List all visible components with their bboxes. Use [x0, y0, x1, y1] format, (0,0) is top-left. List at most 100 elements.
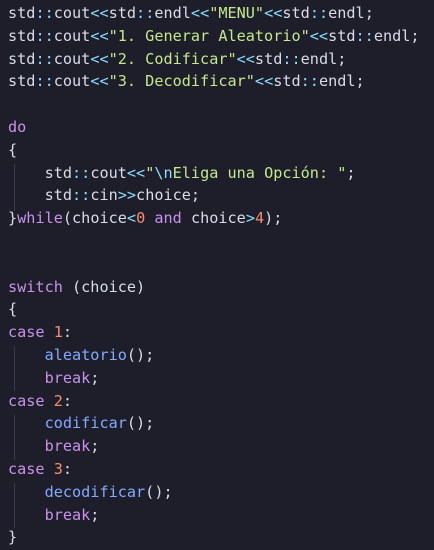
code-token: cout	[90, 163, 127, 182]
code-token: ;	[190, 186, 201, 205]
code-token: ;	[364, 4, 374, 22]
code-token: 3	[53, 459, 63, 478]
code-token: std	[8, 72, 36, 91]
code-token: endl	[154, 4, 191, 22]
code-line[interactable]	[8, 230, 434, 253]
code-token: ::	[72, 163, 91, 182]
code-token: ::	[72, 186, 91, 205]
code-line[interactable]: std::cin>>choice;	[8, 184, 434, 207]
code-token: <<	[90, 26, 109, 45]
code-line[interactable]: break;	[8, 435, 434, 458]
code-token: cin	[90, 186, 118, 205]
code-token: case	[8, 459, 45, 478]
code-token: ();	[126, 345, 155, 364]
code-token: ();	[126, 414, 155, 433]
code-token: ::	[35, 4, 54, 22]
code-token: while	[17, 209, 63, 228]
code-token: std	[44, 186, 73, 205]
code-token: <<	[254, 72, 274, 91]
code-token: ;	[90, 505, 100, 524]
code-token: }	[8, 528, 18, 547]
code-token: break	[44, 368, 91, 387]
code-line[interactable]: {	[8, 298, 434, 321]
code-token: ::	[355, 26, 374, 45]
code-token: :	[62, 391, 73, 410]
code-token: <<	[90, 72, 109, 91]
code-line[interactable]: codificar();	[8, 412, 434, 435]
code-token: ::	[309, 4, 329, 22]
code-line[interactable]: }while(choice<0 and choice>4);	[8, 207, 434, 230]
code-line[interactable]: }	[8, 526, 434, 549]
code-token: endl	[373, 26, 411, 45]
code-token: switch	[8, 277, 63, 296]
code-line[interactable]: {	[8, 139, 434, 162]
code-line[interactable]: break;	[8, 367, 434, 390]
code-token: choice	[181, 209, 246, 228]
code-token: 0	[136, 209, 146, 228]
code-token: "1. Generar Aleatorio"	[108, 26, 310, 45]
code-token: >>	[117, 186, 137, 205]
code-token: );	[264, 209, 283, 228]
code-token: do	[8, 117, 27, 136]
code-token: ;	[346, 163, 356, 182]
code-token: 2	[53, 391, 63, 410]
code-token: endl	[318, 72, 356, 91]
code-token: Eliga una Opción: "	[172, 163, 347, 182]
code-line[interactable]: std::cout<<"1. Generar Aleatorio"<<std::…	[8, 25, 434, 48]
code-line[interactable]: break;	[8, 504, 434, 527]
code-token: ::	[35, 72, 54, 91]
code-token: std	[8, 4, 36, 22]
code-line[interactable]: case 3:	[8, 458, 434, 481]
code-editor[interactable]: std::cout<<std::endl<<"MENU"<<std::endl;…	[0, 0, 434, 550]
code-token: and	[154, 209, 182, 228]
code-token: :	[62, 323, 73, 342]
code-line[interactable]: case 2:	[8, 390, 434, 413]
code-token: endl	[328, 4, 365, 22]
code-line[interactable]: aleatorio();	[8, 344, 434, 367]
code-token: codificar	[44, 414, 127, 433]
code-line[interactable]: std::cout<<"3. Decodificar"<<std::endl;	[8, 70, 434, 93]
code-token: decodificar	[44, 482, 146, 501]
code-line[interactable]: decodificar();	[8, 481, 434, 504]
code-line[interactable]: std::cout<<std::endl<<"MENU"<<std::endl;	[8, 2, 434, 25]
code-token: std	[8, 49, 36, 68]
code-token: ;	[337, 49, 347, 68]
code-token: break	[44, 505, 91, 524]
code-line[interactable]: std::cout<<"2. Codificar"<<std::endl;	[8, 48, 434, 71]
code-token: <<	[236, 49, 255, 68]
code-token: endl	[300, 49, 338, 68]
code-line[interactable]	[8, 253, 434, 276]
code-token: <<	[309, 26, 329, 45]
code-token: cout	[53, 49, 91, 68]
code-token: std	[282, 4, 310, 22]
code-token: break	[44, 437, 91, 456]
code-token: <<	[126, 163, 146, 182]
code-line[interactable]	[8, 93, 434, 116]
code-line[interactable]: case 1:	[8, 321, 434, 344]
code-token: (	[62, 209, 73, 228]
code-token: std	[44, 163, 73, 182]
code-token: {	[8, 300, 18, 319]
code-token: choice	[72, 209, 127, 228]
code-token: <<	[90, 49, 109, 68]
code-token: ;	[90, 368, 100, 387]
code-token: ::	[35, 26, 54, 45]
code-token: cout	[53, 4, 91, 22]
code-line[interactable]: do	[8, 116, 434, 139]
code-token: :	[62, 459, 73, 478]
code-token: <<	[190, 4, 210, 22]
code-line[interactable]: std::cout<<"\nEliga una Opción: ";	[8, 162, 434, 185]
code-token: std	[273, 72, 301, 91]
code-token: ;	[90, 437, 100, 456]
code-line[interactable]: switch (choice)	[8, 276, 434, 299]
code-token: {	[8, 140, 18, 159]
code-token: std	[254, 49, 283, 68]
code-token: cout	[53, 26, 91, 45]
